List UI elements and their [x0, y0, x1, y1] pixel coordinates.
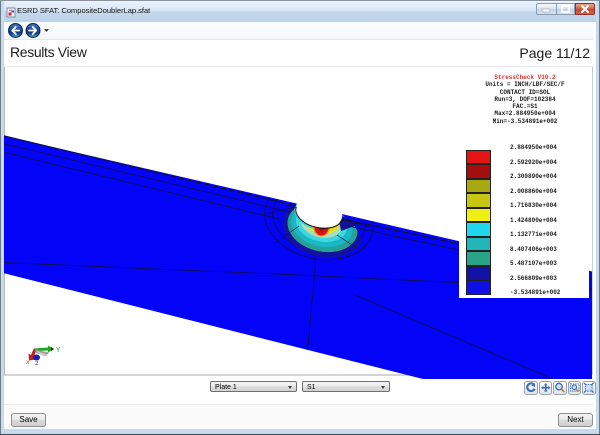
svg-text:x: x [26, 359, 30, 366]
svg-text:Y: Y [56, 347, 61, 355]
svg-text:z: z [35, 360, 39, 367]
